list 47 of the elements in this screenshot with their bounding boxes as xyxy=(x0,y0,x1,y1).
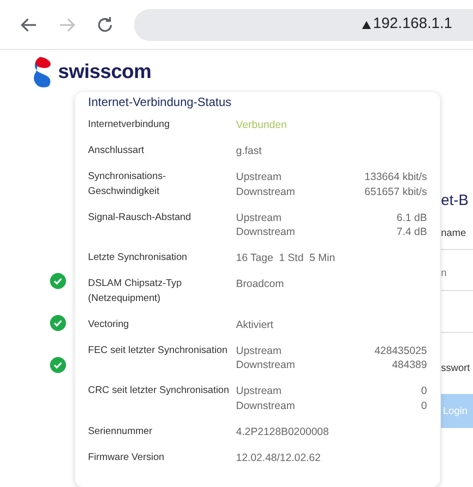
field-label: Firmware Version xyxy=(88,450,166,464)
field-value: 133664 kbit/s xyxy=(364,170,427,184)
field-label: Anschlussart xyxy=(88,144,146,158)
field-label: DSLAM Chipsatz-Typ (Netzequipment) xyxy=(88,277,183,306)
field-value: 6.1 dB xyxy=(396,210,427,225)
field-value: Downstream xyxy=(236,358,295,372)
field-label: Vectoring xyxy=(88,318,130,332)
field-label: Signal-Rausch-Abstand xyxy=(88,210,192,224)
field-label: Letzte Synchronisation xyxy=(88,251,188,265)
field-value: 428435025 xyxy=(374,344,427,358)
field-label: CRC seit letzter Synchronisation xyxy=(88,384,230,398)
field-label: sswort xyxy=(441,362,471,376)
field-value: 4.2P2128B0200008 xyxy=(236,424,330,439)
field-value: 16 Tage 1 Std 5 Min xyxy=(236,251,336,266)
field-value: 484389 xyxy=(392,358,427,372)
field-label: FEC seit letzter Synchronisation xyxy=(88,344,228,358)
logo-text: swisscom xyxy=(58,60,152,85)
field-value: 651657 kbit/s xyxy=(364,184,427,199)
field-value: Aktiviert xyxy=(236,318,274,332)
field-value: Upstream xyxy=(236,344,282,358)
status-value: Verbunden xyxy=(236,118,288,132)
address-bar[interactable]: 192.168.1.1 xyxy=(134,8,473,40)
field-label: Internetverbindung xyxy=(88,118,171,132)
url-text: 192.168.1.1 xyxy=(373,14,452,34)
field-value: g.fast xyxy=(236,144,263,158)
field-value: Upstream xyxy=(236,210,282,225)
warning-icon xyxy=(362,20,371,28)
field-value: 0 xyxy=(421,398,427,413)
field-value: 0 xyxy=(421,384,427,398)
check-icon xyxy=(50,357,66,373)
field-value: Upstream xyxy=(236,170,282,184)
check-icon xyxy=(50,273,66,289)
field-value: 12.02.48/12.02.62 xyxy=(236,450,322,465)
name-field[interactable]: n xyxy=(441,249,473,291)
field-value: Broadcom xyxy=(236,277,285,292)
field-label: Seriennummer xyxy=(88,424,154,438)
field-value: Upstream xyxy=(236,384,282,398)
reload-icon xyxy=(95,14,115,34)
check-icon xyxy=(50,315,66,331)
field-value: Downstream xyxy=(236,398,295,413)
field-value: 7.4 dB xyxy=(396,225,427,240)
page-heading: et-B xyxy=(441,192,470,210)
panel-title: Internet-Verbindung-Status xyxy=(88,94,232,110)
field-value: Downstream xyxy=(236,184,295,199)
field-label: Synchronisations-Geschwindigkeit xyxy=(88,170,167,198)
field-label: name xyxy=(441,227,468,241)
field-value: Downstream xyxy=(236,225,295,240)
